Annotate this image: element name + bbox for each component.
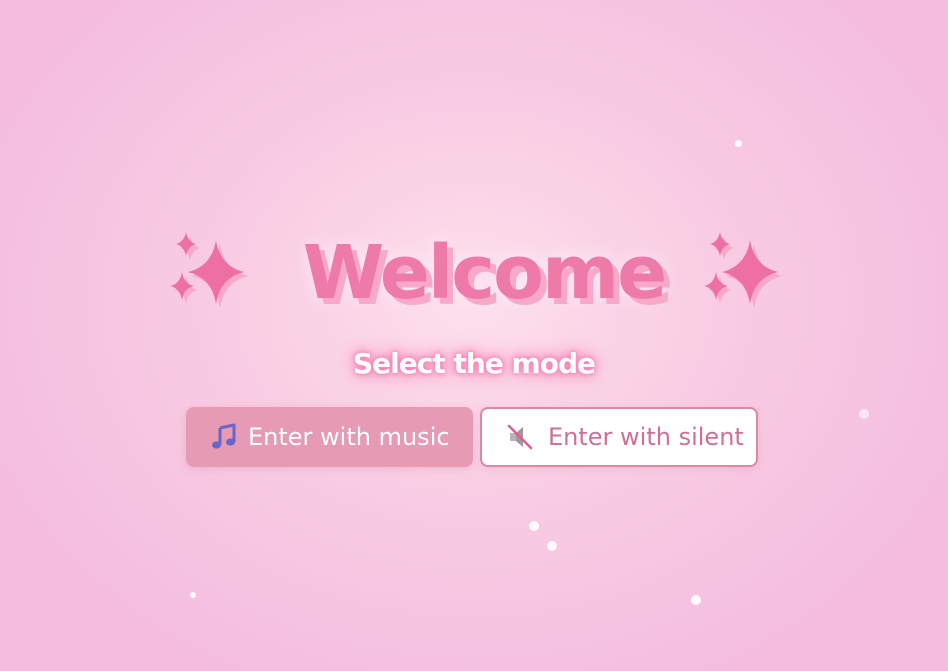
muted-speaker-icon — [507, 424, 533, 450]
enter-with-silent-label: Enter with silent — [548, 423, 744, 451]
enter-with-music-label: Enter with music — [248, 423, 450, 451]
sparkles-icon — [170, 232, 248, 308]
particle — [859, 409, 869, 419]
particle — [547, 541, 557, 551]
particle — [529, 521, 539, 531]
title-row: Welcome — [0, 228, 948, 318]
enter-with-silent-button[interactable]: Enter with silent — [480, 407, 758, 467]
particle — [691, 595, 701, 605]
welcome-title: Welcome — [302, 230, 668, 316]
particle — [735, 140, 742, 147]
particle — [190, 592, 196, 598]
enter-with-music-button[interactable]: Enter with music — [186, 407, 473, 467]
welcome-screen: { "title": "Welcome", "subtitle": "Selec… — [0, 0, 948, 671]
sparkles-icon — [704, 232, 782, 308]
mode-prompt: Select the mode — [353, 347, 596, 380]
music-note-icon — [212, 423, 236, 449]
